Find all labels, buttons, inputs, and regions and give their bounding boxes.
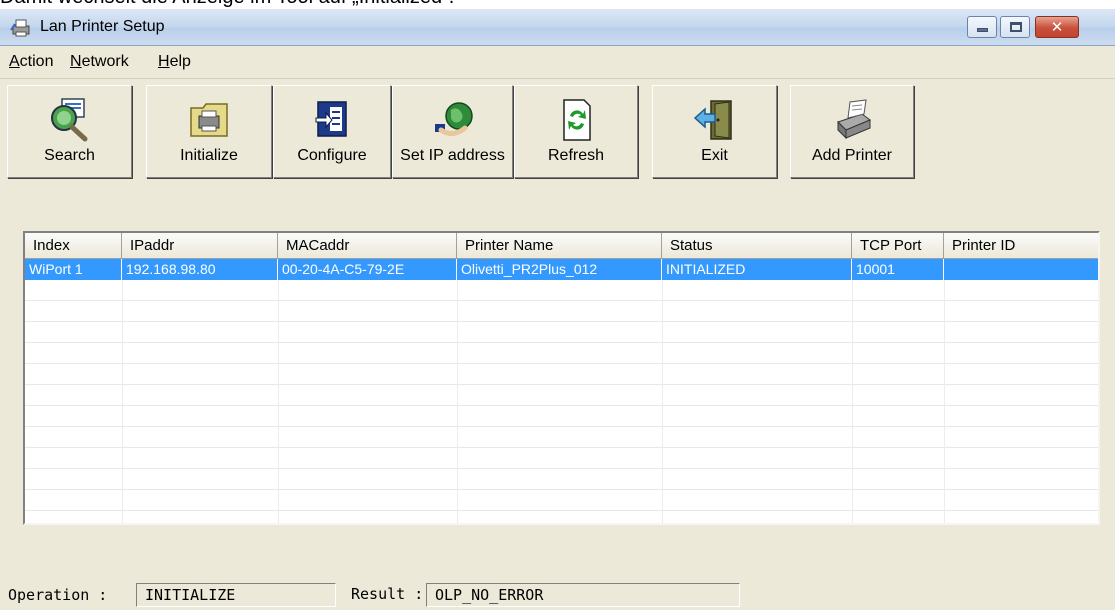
window-title: Lan Printer Setup — [40, 18, 165, 35]
grid-column-line — [278, 280, 279, 523]
printer-setup-icon — [10, 19, 30, 37]
table-row[interactable]: WiPort 1 192.168.98.80 00-20-4A-C5-79-2E… — [25, 259, 1098, 280]
search-magnifier-icon — [50, 98, 87, 142]
grid-row-line — [25, 489, 1098, 490]
printer-list[interactable]: Index IPaddr MACaddr Printer Name Status… — [23, 231, 1100, 525]
configure-icon — [315, 101, 347, 137]
grid-row-line — [25, 342, 1098, 343]
operation-label: Operation : — [8, 586, 108, 604]
grid-column-line — [457, 280, 458, 523]
grid-row-line — [25, 321, 1098, 322]
app-window: Lan Printer Setup ✕ Action Network Help … — [0, 9, 1115, 610]
maximize-button[interactable] — [1000, 16, 1030, 38]
grid-row-line — [25, 384, 1098, 385]
refresh-button[interactable]: Refresh — [514, 85, 638, 178]
title-bar[interactable]: Lan Printer Setup ✕ — [0, 9, 1115, 46]
column-header-index[interactable]: Index — [25, 233, 122, 259]
caption-text: Damit wechselt die Anzeige im Tool auf „… — [0, 0, 700, 8]
minimize-icon — [977, 28, 988, 32]
initialize-button[interactable]: Initialize — [146, 85, 272, 178]
set-ip-globe-icon — [434, 102, 473, 136]
column-header-macaddr[interactable]: MACaddr — [278, 233, 457, 259]
column-header-tcp-port[interactable]: TCP Port — [852, 233, 944, 259]
configure-button[interactable]: Configure — [273, 85, 391, 178]
maximize-icon — [1010, 22, 1022, 32]
initialize-button-label: Initialize — [180, 147, 238, 164]
grid-column-line — [122, 280, 123, 523]
search-button-label: Search — [44, 147, 95, 164]
grid-row-line — [25, 468, 1098, 469]
exit-button[interactable]: Exit — [652, 85, 777, 178]
column-header-ipaddr[interactable]: IPaddr — [122, 233, 278, 259]
column-header-printer-name[interactable]: Printer Name — [457, 233, 662, 259]
menu-help[interactable]: Help — [158, 53, 191, 71]
column-header-printer-id[interactable]: Printer ID — [944, 233, 1098, 259]
result-label: Result : — [351, 585, 424, 603]
cell-tcp-port: 10001 — [852, 259, 944, 280]
cell-printer-id — [944, 259, 1098, 280]
grid-column-line — [944, 280, 945, 523]
add-printer-icon — [837, 99, 871, 140]
table-header: Index IPaddr MACaddr Printer Name Status… — [25, 233, 1098, 259]
result-value: OLP_NO_ERROR — [426, 583, 740, 607]
set-ip-address-button[interactable]: Set IP address — [392, 85, 513, 178]
grid-row-line — [25, 510, 1098, 511]
add-printer-button[interactable]: Add Printer — [790, 85, 914, 178]
close-icon: ✕ — [1050, 18, 1064, 36]
search-button[interactable]: Search — [7, 85, 132, 178]
configure-button-label: Configure — [297, 147, 367, 164]
refresh-button-label: Refresh — [547, 147, 605, 164]
cell-index: WiPort 1 — [25, 259, 122, 280]
cell-ipaddr: 192.168.98.80 — [122, 259, 278, 280]
cell-printer-name: Olivetti_PR2Plus_012 — [457, 259, 662, 280]
minimize-button[interactable] — [967, 16, 997, 38]
set-ip-address-button-label: Set IP address — [400, 147, 505, 164]
grid-row-line — [25, 426, 1098, 427]
refresh-icon — [563, 99, 591, 141]
grid-column-line — [852, 280, 853, 523]
grid-column-line — [662, 280, 663, 523]
column-header-status[interactable]: Status — [662, 233, 852, 259]
close-button[interactable]: ✕ — [1035, 16, 1079, 38]
grid-row-line — [25, 447, 1098, 448]
initialize-printer-icon — [190, 103, 228, 137]
operation-value: INITIALIZE — [136, 583, 336, 607]
cell-status: INITIALIZED — [662, 259, 852, 280]
menu-bar: Action Network Help — [0, 46, 1115, 79]
menu-network[interactable]: Network — [70, 53, 129, 71]
grid-row-line — [25, 405, 1098, 406]
exit-button-label: Exit — [701, 147, 728, 164]
cell-macaddr: 00-20-4A-C5-79-2E — [278, 259, 457, 280]
grid-row-line — [25, 363, 1098, 364]
menu-action[interactable]: Action — [9, 53, 53, 71]
grid-row-line — [25, 300, 1098, 301]
add-printer-button-label: Add Printer — [811, 147, 893, 164]
exit-door-icon — [693, 100, 732, 140]
